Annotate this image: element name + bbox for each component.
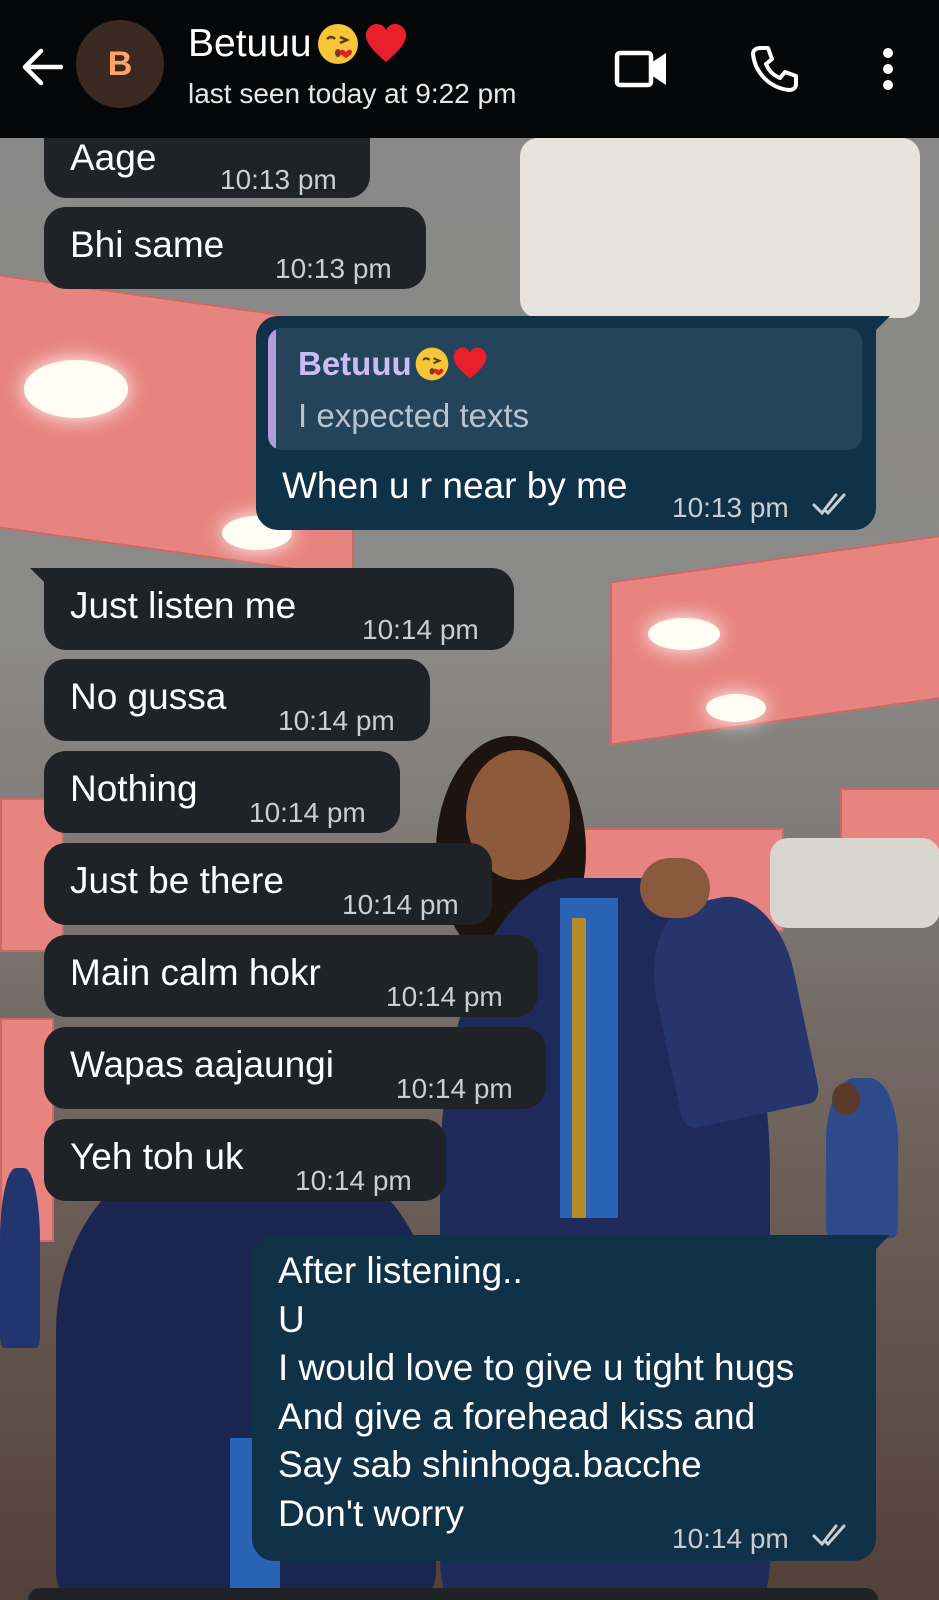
back-arrow-icon[interactable] bbox=[16, 42, 66, 92]
message-text: Yeh toh uk bbox=[70, 1136, 244, 1177]
message-time: 10:14 pm bbox=[396, 1073, 513, 1104]
message-bubble-incoming[interactable]: Bhi same 10:13 pm bbox=[44, 207, 426, 289]
more-vert-icon[interactable] bbox=[858, 40, 918, 98]
message-time: 10:13 pm bbox=[220, 164, 337, 195]
message-text: Main calm hokr bbox=[70, 952, 321, 993]
quoted-reply[interactable]: Betuuu I expected texts bbox=[268, 328, 862, 450]
message-time: 10:14 pm bbox=[295, 1165, 412, 1196]
message-text: After listening.. U I would love to give… bbox=[278, 1250, 795, 1534]
contact-name[interactable]: Betuuu bbox=[188, 22, 408, 66]
message-bubble-incoming[interactable]: Just be there 10:14 pm bbox=[44, 843, 492, 925]
message-time: 10:14 pm bbox=[672, 1523, 789, 1554]
message-text: Just listen me bbox=[70, 585, 297, 626]
message-bubble-incoming[interactable]: Main calm hokr 10:14 pm bbox=[44, 935, 538, 1017]
message-text: Bhi same bbox=[70, 224, 225, 265]
quote-author: Betuuu bbox=[298, 342, 488, 386]
bubble-tail bbox=[30, 568, 48, 586]
message-text: When u r near by me bbox=[282, 465, 628, 506]
quote-author-text: Betuuu bbox=[298, 345, 412, 382]
quote-text: I expected texts bbox=[298, 397, 530, 434]
message-text: Nothing bbox=[70, 768, 198, 809]
message-text: No gussa bbox=[70, 676, 227, 717]
message-time: 10:14 pm bbox=[249, 797, 366, 828]
message-time: 10:13 pm bbox=[275, 253, 392, 284]
message-time: 10:14 pm bbox=[362, 614, 479, 645]
message-bubble-incoming[interactable]: Yeh toh uk 10:14 pm bbox=[44, 1119, 446, 1201]
red-heart-icon bbox=[453, 347, 487, 379]
message-time: 10:13 pm bbox=[672, 492, 789, 523]
partial-message-bubble bbox=[28, 1588, 878, 1600]
red-heart-icon bbox=[365, 24, 406, 62]
message-text: Wapas aajaungi bbox=[70, 1044, 334, 1085]
avatar[interactable]: B bbox=[76, 20, 164, 108]
message-bubble-incoming[interactable]: Nothing 10:14 pm bbox=[44, 751, 400, 833]
message-bubble-incoming[interactable]: Aage 10:13 pm bbox=[44, 136, 370, 198]
phone-icon[interactable] bbox=[744, 40, 804, 98]
chat-header: B Betuuu last seen today at 9:22 pm bbox=[0, 0, 939, 138]
message-bubble-incoming[interactable]: Wapas aajaungi 10:14 pm bbox=[44, 1027, 546, 1109]
kiss-face-emoji-icon bbox=[415, 347, 449, 381]
bubble-tail bbox=[872, 1235, 890, 1253]
video-call-icon[interactable] bbox=[612, 40, 672, 98]
message-bubble-outgoing[interactable]: After listening.. U I would love to give… bbox=[252, 1235, 890, 1561]
kiss-face-emoji-icon bbox=[317, 24, 358, 64]
message-text: Aage bbox=[70, 137, 157, 178]
message-time: 10:14 pm bbox=[386, 981, 503, 1012]
contact-name-text: Betuuu bbox=[188, 22, 312, 65]
message-time: 10:14 pm bbox=[278, 705, 395, 736]
message-text: Just be there bbox=[70, 860, 284, 901]
read-double-check-icon bbox=[812, 1524, 846, 1547]
message-time: 10:14 pm bbox=[342, 889, 459, 920]
last-seen-status: last seen today at 9:22 pm bbox=[188, 78, 517, 109]
message-bubble-incoming[interactable]: Just listen me 10:14 pm bbox=[30, 568, 514, 650]
message-bubble-outgoing[interactable]: Betuuu I expected texts When u r near by… bbox=[256, 316, 890, 530]
message-bubble-incoming[interactable]: No gussa 10:14 pm bbox=[44, 659, 430, 741]
read-double-check-icon bbox=[812, 493, 846, 516]
bubble-tail bbox=[872, 316, 890, 334]
quote-accent-bar bbox=[268, 328, 276, 450]
